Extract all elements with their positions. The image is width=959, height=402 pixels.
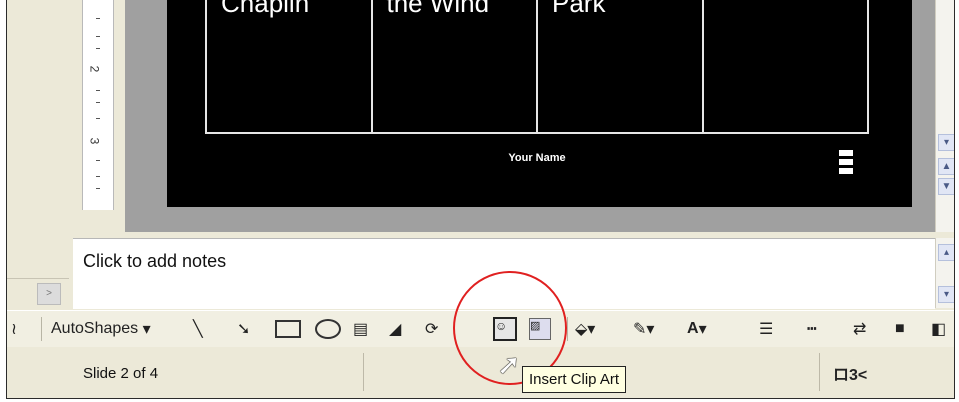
- shadow-icon[interactable]: ■: [895, 319, 905, 339]
- notes-placeholder[interactable]: Click to add notes: [83, 251, 226, 272]
- ruler-number-3: 3: [87, 137, 102, 145]
- line-color-icon[interactable]: ✎▾: [633, 319, 654, 339]
- scroll-up-icon[interactable]: ▴: [938, 244, 954, 261]
- vertical-scrollbar[interactable]: ▾ ▲ ▼: [935, 0, 954, 232]
- slide-number-icon: [839, 150, 853, 182]
- oval-icon[interactable]: [315, 319, 341, 339]
- table-cell[interactable]: Park: [538, 0, 704, 132]
- slide-table[interactable]: Chaplin the Wind Park: [205, 0, 869, 134]
- scroll-down-icon[interactable]: ▾: [938, 286, 954, 303]
- powerpoint-window: 2 3 Chaplin the Wind Park Your Name ▾ ▲ …: [6, 0, 955, 399]
- notes-scrollbar[interactable]: ▴ ▾: [935, 238, 954, 308]
- 3d-icon[interactable]: ◧: [931, 319, 946, 339]
- table-cell[interactable]: the Wind: [373, 0, 538, 132]
- fill-color-icon[interactable]: ⬙▾: [575, 319, 595, 339]
- table-cell[interactable]: Chaplin: [207, 0, 373, 132]
- autoshapes-menu[interactable]: AutoShapes ▾: [51, 319, 151, 339]
- next-slide-icon[interactable]: ▼: [938, 178, 954, 195]
- wordart-icon[interactable]: ◢: [389, 319, 401, 339]
- footer-name[interactable]: Your Name: [167, 152, 907, 164]
- slide-counter: Slide 2 of 4: [83, 365, 159, 382]
- mouse-cursor-icon: ➚: [497, 349, 521, 380]
- rectangle-icon[interactable]: [275, 319, 301, 339]
- text-box-icon[interactable]: ▤: [353, 319, 368, 339]
- view-buttons-area: >: [7, 278, 69, 309]
- slides-pane-edge: [7, 0, 71, 232]
- scroll-right-icon[interactable]: >: [37, 283, 61, 305]
- font-color-icon[interactable]: A ▾: [687, 319, 707, 339]
- ruler-number-2: 2: [87, 65, 102, 73]
- previous-slide-icon[interactable]: ▲: [938, 158, 954, 175]
- draw-menu-icon[interactable]: ≀: [11, 319, 17, 339]
- arrow-style-icon[interactable]: ⇄: [853, 319, 866, 339]
- scroll-down-icon[interactable]: ▾: [938, 134, 954, 151]
- line-icon[interactable]: ╲: [193, 319, 203, 339]
- tooltip-insert-clip-art: Insert Clip Art: [522, 366, 627, 393]
- table-cell[interactable]: [704, 0, 868, 132]
- vertical-ruler: 2 3: [82, 0, 114, 210]
- arrow-icon[interactable]: ➘: [237, 319, 250, 339]
- line-style-icon[interactable]: ☰: [759, 319, 773, 339]
- diagram-icon[interactable]: ⟳: [425, 319, 438, 339]
- slide[interactable]: Chaplin the Wind Park Your Name: [167, 0, 907, 202]
- dash-style-icon[interactable]: ┅: [807, 319, 817, 339]
- spelling-icon[interactable]: ロ3<: [833, 361, 867, 385]
